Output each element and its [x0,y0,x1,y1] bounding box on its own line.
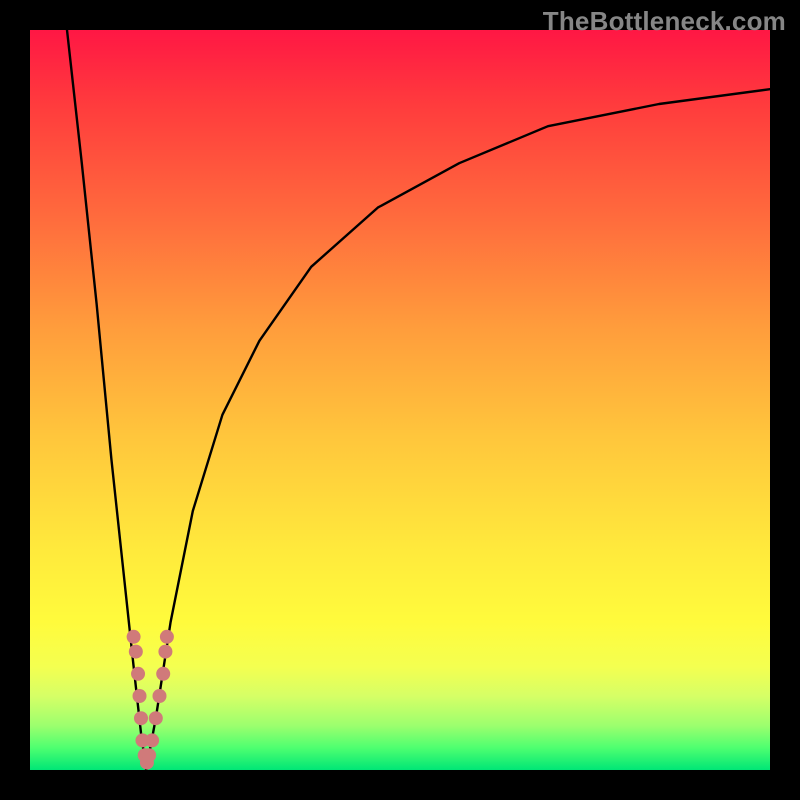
scatter-group [127,630,174,770]
scatter-dot [131,667,145,681]
scatter-dot [142,748,156,762]
curve-left-branch [67,30,146,770]
scatter-dot [149,711,163,725]
scatter-dot [158,645,172,659]
scatter-dot [133,689,147,703]
chart-svg [30,30,770,770]
scatter-dot [153,689,167,703]
scatter-dot [145,733,159,747]
scatter-dot [160,630,174,644]
scatter-dot [129,645,143,659]
watermark-text: TheBottleneck.com [543,6,786,37]
curve-right-branch [146,89,770,770]
scatter-dot [156,667,170,681]
plot-area [30,30,770,770]
line-series-group [67,30,770,770]
scatter-dot [127,630,141,644]
scatter-dot [134,711,148,725]
chart-frame: TheBottleneck.com [0,0,800,800]
